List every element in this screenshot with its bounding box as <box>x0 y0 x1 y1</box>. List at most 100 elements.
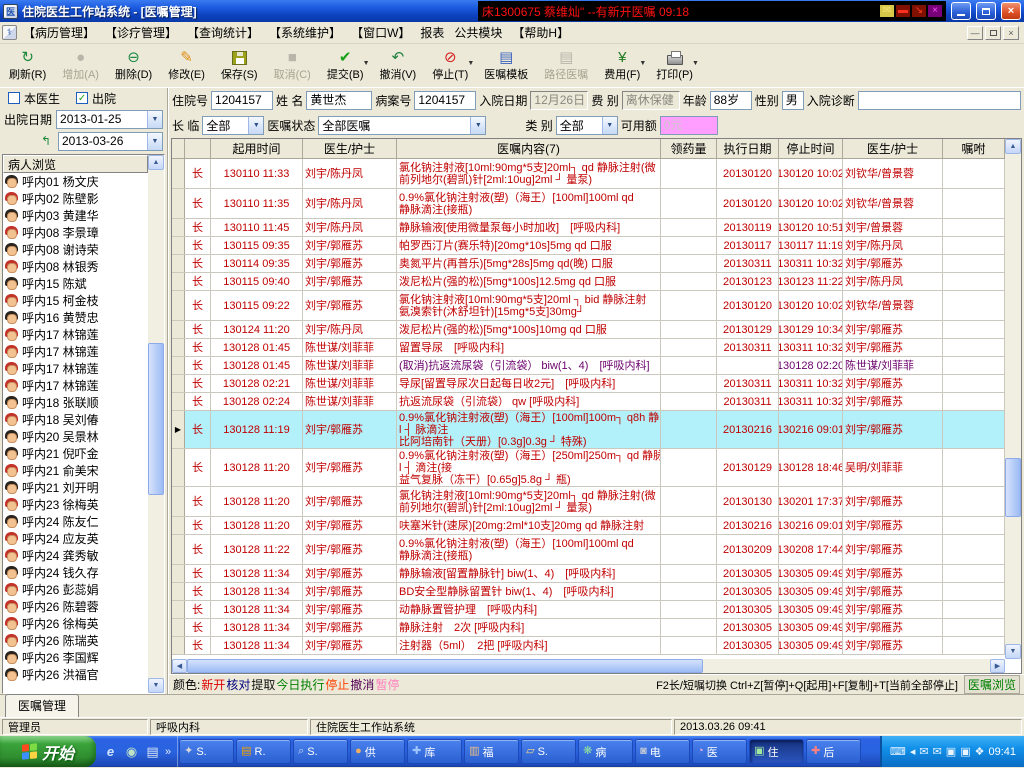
minimize-ticker-icon[interactable]: ▬ <box>896 5 910 17</box>
order-row[interactable]: ▶ 长 130128 11:19 刘宇/郭雁苏 0.9%氯化钠注射液(塑)（海王）[10… <box>172 411 1005 449</box>
taskbar-task-button[interactable]: ◔ 医 <box>692 739 748 764</box>
scroll-left-icon[interactable]: ◀ <box>172 659 187 673</box>
menu-item[interactable]: 【帮助H】 <box>507 22 574 43</box>
patient-list-item[interactable]: 呼内26 洪福官 <box>3 666 164 683</box>
column-header[interactable]: 起用时间 <box>211 139 303 159</box>
patient-list-item[interactable]: 呼内21 刘开明 <box>3 479 164 496</box>
date-from-combobox[interactable]: 2013-01-25 ▼ <box>56 109 163 129</box>
patient-list-item[interactable]: 呼内26 陈碧蓉 <box>3 598 164 615</box>
row-selector[interactable] <box>172 565 185 582</box>
taskbar-task-button[interactable]: ❋ 病 <box>578 739 634 764</box>
order-row[interactable]: 长 130128 11:20 刘宇/郭雁苏 氯化钠注射液[10ml:90mg*5支]2… <box>172 487 1005 517</box>
patient-list-item[interactable]: 呼内08 李景璋 <box>3 224 164 241</box>
row-selector[interactable] <box>172 449 185 486</box>
order-row[interactable]: 长 130128 02:21 陈世谋/刘菲菲 导尿[留置导尿次日起每日收2元] [呼吸… <box>172 375 1005 393</box>
row-selector[interactable] <box>172 189 185 218</box>
menu-item[interactable]: 报表 <box>415 22 449 43</box>
dropdown-caret-icon[interactable]: ▼ <box>692 60 699 67</box>
age-field[interactable]: 88岁 <box>709 90 752 110</box>
order-type-combobox[interactable]: 全部 ▼ <box>202 115 265 135</box>
taskbar-task-button[interactable]: ✚ 后 <box>806 739 862 764</box>
scroll-up-icon[interactable]: ▲ <box>1005 139 1021 154</box>
dropdown-caret-icon[interactable]: ▼ <box>363 60 370 67</box>
patient-list-scrollbar[interactable]: ▲ ▼ <box>148 155 164 693</box>
dropdown-caret-icon[interactable]: ▼ <box>639 60 646 67</box>
row-selector[interactable] <box>172 487 185 516</box>
order-class-combobox[interactable]: 全部 ▼ <box>555 115 618 135</box>
template-button[interactable]: ▤ 医嘱模板 <box>477 45 535 86</box>
row-selector[interactable] <box>172 535 185 564</box>
patient-list-item[interactable]: 呼内21 倪吓金 <box>3 445 164 462</box>
chevron-down-icon[interactable]: ▼ <box>147 110 162 128</box>
dropdown-caret-icon[interactable]: ▼ <box>467 60 474 67</box>
network-icon[interactable]: ▣ <box>960 745 970 758</box>
scrollbar-thumb[interactable] <box>1005 457 1021 517</box>
network-icon[interactable]: ▣ <box>946 745 956 758</box>
order-row[interactable]: 长 130128 11:20 刘宇/郭雁苏 0.9%氯化钠注射液(塑)（海王）[250… <box>172 449 1005 487</box>
patient-list-item[interactable]: 呼内26 彭蕊娟 <box>3 581 164 598</box>
patient-list-item[interactable]: 呼内23 徐梅英 <box>3 496 164 513</box>
close-ticker-icon[interactable]: × <box>928 5 942 17</box>
taskbar-task-button[interactable]: ● 供 <box>350 739 406 764</box>
scrollbar-thumb[interactable] <box>148 342 164 496</box>
menu-item[interactable]: 【病历管理】 <box>18 22 100 43</box>
row-selector[interactable] <box>172 637 185 654</box>
patient-list-item[interactable]: 呼内08 林银秀 <box>3 258 164 275</box>
patient-list-item[interactable]: 呼内16 黄赞忠 <box>3 309 164 326</box>
refresh-dates-icon[interactable]: ↰ <box>38 134 54 148</box>
sex-field[interactable]: 男 <box>781 90 804 110</box>
mail-icon[interactable]: ✉ <box>919 745 928 758</box>
row-selector[interactable] <box>172 393 185 410</box>
delete-button[interactable]: ⊖ 删除(D) <box>108 45 159 86</box>
order-row[interactable]: 长 130128 11:34 刘宇/郭雁苏 注射器（5ml） 2把 [呼吸内科] 201… <box>172 637 1005 655</box>
patient-list-item[interactable]: 呼内24 陈友仁 <box>3 513 164 530</box>
mail-icon[interactable]: ✉ <box>880 5 894 17</box>
order-row[interactable]: 长 130128 11:34 刘宇/郭雁苏 静脉输液[留置静脉针] biw(1、4) … <box>172 565 1005 583</box>
save-button[interactable]: 保存(S) <box>214 45 265 86</box>
menu-item[interactable]: 【系统维护】 <box>264 22 346 43</box>
fee-button[interactable]: ¥ 费用(F) ▼ <box>597 45 647 86</box>
order-row[interactable]: 长 130128 01:45 陈世谋/刘菲菲 (取消)抗返流尿袋（引流袋） biw(1… <box>172 357 1005 375</box>
mdi-restore-button[interactable] <box>985 25 1001 40</box>
name-field[interactable]: 黄世杰 <box>306 90 373 110</box>
row-selector[interactable] <box>172 159 185 188</box>
row-selector[interactable] <box>172 237 185 254</box>
column-header[interactable]: 停止时间 <box>779 139 843 159</box>
order-row[interactable]: 长 130128 11:34 刘宇/郭雁苏 动静脉置管护理 [呼吸内科] 2013030… <box>172 601 1005 619</box>
submit-button[interactable]: ✔ 提交(B) ▼ <box>320 45 371 86</box>
taskbar-task-button[interactable]: ✚ 库 <box>407 739 463 764</box>
order-row[interactable]: 长 130115 09:35 刘宇/郭雁苏 帕罗西汀片(赛乐特)[20mg*10s]5… <box>172 237 1005 255</box>
row-selector[interactable] <box>172 273 185 290</box>
my-doctor-checkbox[interactable]: 本医生 <box>8 90 60 107</box>
order-row[interactable]: 长 130128 11:20 刘宇/郭雁苏 呋塞米针(速尿)[20mg:2ml*10支… <box>172 517 1005 535</box>
admission-no-field[interactable]: 1204157 <box>211 90 274 110</box>
patient-list-item[interactable]: 呼内18 张联顺 <box>3 394 164 411</box>
patient-list-item[interactable]: 呼内08 谢诗荣 <box>3 241 164 258</box>
horizontal-scrollbar[interactable]: ◀ ▶ <box>172 659 1005 673</box>
discharged-checkbox[interactable]: ✓ 出院 <box>76 90 116 107</box>
column-header[interactable] <box>185 139 211 159</box>
chevron-down-icon[interactable]: ▼ <box>601 116 617 134</box>
arrow-down-icon[interactable]: ↘ <box>912 5 926 17</box>
patient-list-item[interactable]: 呼内02 陈壁影 <box>3 190 164 207</box>
vertical-scrollbar[interactable]: ▲ ▼ <box>1005 139 1021 659</box>
quick-launch-overflow[interactable]: » <box>165 746 171 758</box>
patient-list-item[interactable]: 呼内26 李国辉 <box>3 649 164 666</box>
restore-button[interactable] <box>976 2 996 20</box>
order-row[interactable]: 长 130114 09:35 刘宇/郭雁苏 奥氮平片(再普乐)[5mg*28s]5mg… <box>172 255 1005 273</box>
row-selector[interactable] <box>172 619 185 636</box>
scroll-down-icon[interactable]: ▼ <box>1005 644 1021 659</box>
patient-list-item[interactable]: 呼内15 陈斌 <box>3 275 164 292</box>
patient-list-item[interactable]: 呼内17 林锦莲 <box>3 377 164 394</box>
taskbar-task-button[interactable]: ✦ S. <box>179 739 235 764</box>
order-status-combobox[interactable]: 全部医嘱 ▼ <box>318 115 487 135</box>
chevron-left-icon[interactable]: ◂ <box>910 745 916 758</box>
row-selector[interactable] <box>172 375 185 392</box>
scroll-right-icon[interactable]: ▶ <box>990 659 1005 673</box>
menu-item[interactable]: 【诊疗管理】 <box>100 22 182 43</box>
patient-list-item[interactable]: 呼内24 应友英 <box>3 530 164 547</box>
patient-list-item[interactable]: 呼内18 吴刘偆 <box>3 411 164 428</box>
column-header[interactable]: 执行日期 <box>717 139 779 159</box>
patient-list-item[interactable]: 呼内17 林锦莲 <box>3 360 164 377</box>
ie-icon[interactable]: e <box>102 743 119 760</box>
